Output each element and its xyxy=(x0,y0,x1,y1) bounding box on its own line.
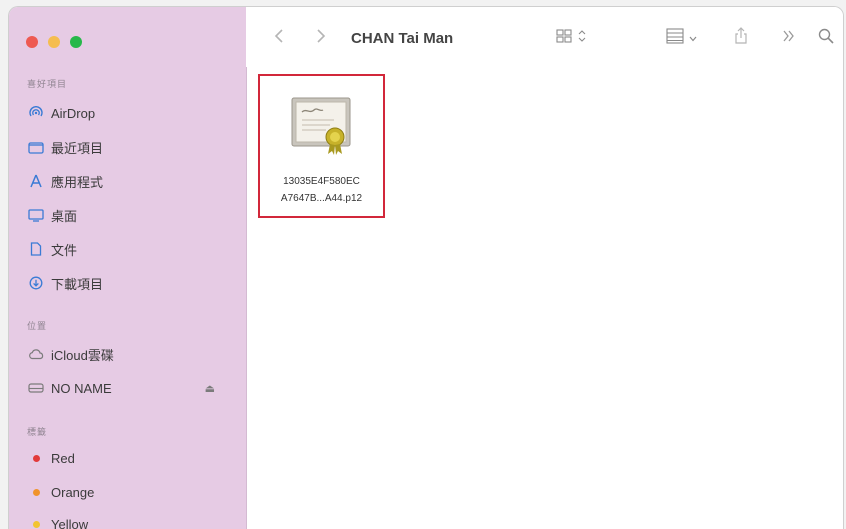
sidebar-item-label: 最近項目 xyxy=(51,138,103,157)
eject-icon[interactable]: ⏏ xyxy=(205,382,215,395)
sidebar-item-desktop[interactable]: 桌面 xyxy=(27,205,227,225)
sidebar-item-label: Yellow xyxy=(51,517,88,529)
favorites-heading: 喜好項目 xyxy=(27,77,67,90)
sidebar-item-icloud[interactable]: iCloud雲碟 xyxy=(27,344,227,364)
tag-dot-icon xyxy=(27,455,45,462)
sidebar-item-applications[interactable]: 應用程式 xyxy=(27,171,227,191)
chevron-right-icon xyxy=(316,28,326,49)
cloud-icon xyxy=(27,348,45,360)
sidebar-item-label: NO NAME xyxy=(51,381,112,396)
file-name-line: 13035E4F580EC xyxy=(260,173,383,190)
locations-heading: 位置 xyxy=(27,319,47,332)
share-icon xyxy=(734,27,748,50)
sidebar-item-documents[interactable]: 文件 xyxy=(27,239,227,259)
share-button[interactable] xyxy=(734,27,748,49)
certificate-file-icon xyxy=(290,92,352,163)
file-item[interactable]: 13035E4F580EC A7647B...A44.p12 xyxy=(258,74,385,218)
toolbar: CHAN Tai Man xyxy=(246,7,843,67)
sidebar-item-no-name[interactable]: NO NAME ⏏ xyxy=(27,378,227,398)
document-icon xyxy=(27,242,45,256)
sidebar-item-label: AirDrop xyxy=(51,106,95,121)
chevron-down-icon xyxy=(689,29,697,47)
tag-dot-icon xyxy=(27,489,45,496)
window-title: CHAN Tai Man xyxy=(351,27,453,49)
close-button[interactable] xyxy=(26,36,38,48)
file-name: 13035E4F580EC A7647B...A44.p12 xyxy=(260,173,383,207)
zoom-button[interactable] xyxy=(70,36,82,48)
sidebar-item-recents[interactable]: 最近項目 xyxy=(27,137,227,157)
forward-button[interactable] xyxy=(316,27,326,49)
sidebar-item-label: iCloud雲碟 xyxy=(51,345,114,364)
grid-view-icon xyxy=(556,29,572,48)
updown-chevron-icon xyxy=(578,29,586,47)
airdrop-icon xyxy=(27,106,45,120)
sidebar-item-label: 下載項目 xyxy=(51,274,103,293)
file-name-line: A7647B...A44.p12 xyxy=(260,190,383,207)
chevron-left-icon xyxy=(274,28,284,49)
sidebar-item-label: Red xyxy=(51,451,75,466)
sidebar-item-downloads[interactable]: 下載項目 xyxy=(27,273,227,293)
group-button[interactable] xyxy=(666,27,697,49)
more-toolbar-button[interactable] xyxy=(782,27,796,49)
sidebar-item-tag-orange[interactable]: Orange xyxy=(27,482,227,502)
sidebar-item-tag-red[interactable]: Red xyxy=(27,448,227,468)
sidebar-item-tag-yellow[interactable]: Yellow xyxy=(27,514,227,529)
group-list-icon xyxy=(666,28,684,49)
sidebar-item-label: 應用程式 xyxy=(51,172,103,191)
applications-icon xyxy=(27,174,45,188)
sidebar: 喜好項目 AirDrop 最近項目 應用程式 桌面 xyxy=(9,7,247,529)
recents-icon xyxy=(27,140,45,154)
window-controls xyxy=(26,36,82,48)
sidebar-item-label: 文件 xyxy=(51,240,77,259)
drive-icon xyxy=(27,382,45,394)
back-button[interactable] xyxy=(274,27,284,49)
downloads-icon xyxy=(27,276,45,290)
tags-heading: 標籤 xyxy=(27,425,47,438)
finder-window: 喜好項目 AirDrop 最近項目 應用程式 桌面 xyxy=(8,6,844,529)
tag-dot-icon xyxy=(27,521,45,528)
search-icon xyxy=(818,28,834,49)
desktop-icon xyxy=(27,208,45,222)
search-button[interactable] xyxy=(818,27,834,49)
sidebar-item-label: Orange xyxy=(51,485,94,500)
sidebar-item-label: 桌面 xyxy=(51,206,77,225)
double-chevron-icon xyxy=(782,29,796,47)
file-browser-area: 13035E4F580EC A7647B...A44.p12 xyxy=(247,67,843,529)
sidebar-item-airdrop[interactable]: AirDrop xyxy=(27,103,227,123)
minimize-button[interactable] xyxy=(48,36,60,48)
view-mode-button[interactable] xyxy=(556,27,586,49)
